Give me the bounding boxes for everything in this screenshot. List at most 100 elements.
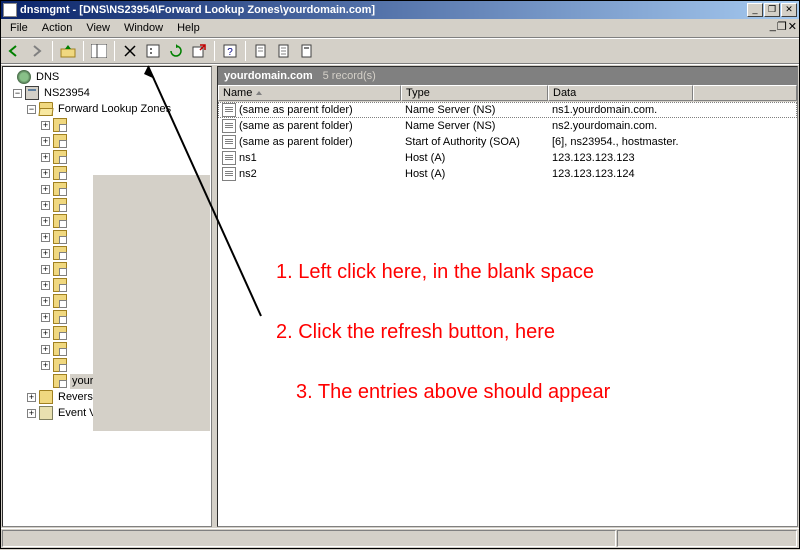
- expand-icon[interactable]: +: [27, 393, 36, 402]
- list-pane[interactable]: yourdomain.com 5 record(s) Name Type Dat…: [217, 66, 798, 527]
- properties-button[interactable]: [142, 40, 164, 62]
- mdi-minimize-button[interactable]: _: [770, 20, 776, 33]
- expand-icon[interactable]: +: [41, 137, 50, 146]
- zone-icon: [53, 166, 67, 180]
- expand-icon[interactable]: +: [41, 233, 50, 242]
- cell-name: ns2: [218, 167, 401, 181]
- col-type[interactable]: Type: [401, 85, 548, 101]
- zone-icon: [53, 358, 67, 372]
- menu-action[interactable]: Action: [35, 20, 80, 36]
- record-icon: [222, 167, 236, 181]
- tree-node-zone-item[interactable]: +: [5, 149, 211, 165]
- cell-type: Name Server (NS): [401, 120, 548, 132]
- sort-asc-icon: [256, 91, 262, 95]
- toolbar: ?: [1, 38, 799, 64]
- zone-icon: [53, 278, 67, 292]
- cell-data: 123.123.123.124: [548, 168, 693, 180]
- menubar: File Action View Window Help _ ❐ ✕: [1, 19, 799, 38]
- list-title: yourdomain.com: [224, 70, 313, 82]
- expand-icon[interactable]: +: [41, 345, 50, 354]
- expand-icon[interactable]: +: [27, 409, 36, 418]
- server-icon: [25, 86, 39, 100]
- back-button[interactable]: [3, 40, 25, 62]
- cell-data: ns1.yourdomain.com.: [548, 104, 693, 116]
- tree-node-server[interactable]: −NS23954: [5, 85, 211, 101]
- close-button[interactable]: ✕: [781, 3, 797, 17]
- expand-icon[interactable]: +: [41, 281, 50, 290]
- list-row[interactable]: ns2Host (A)123.123.123.124: [218, 166, 797, 182]
- help-button[interactable]: ?: [219, 40, 241, 62]
- splitter[interactable]: [213, 65, 216, 528]
- tree-node-zone-item[interactable]: +: [5, 117, 211, 133]
- column-headers: Name Type Data: [218, 85, 797, 102]
- statusbar: [1, 528, 799, 548]
- zone-icon: [53, 342, 67, 356]
- zone-icon: [53, 150, 67, 164]
- tree-node-zone-item[interactable]: +: [5, 133, 211, 149]
- status-panel-2: [617, 530, 797, 547]
- status-panel-1: [2, 530, 616, 547]
- export-list-button[interactable]: [188, 40, 210, 62]
- new-item2-button[interactable]: [273, 40, 295, 62]
- expand-icon[interactable]: +: [41, 153, 50, 162]
- collapse-icon[interactable]: −: [27, 105, 36, 114]
- tree-blank-area[interactable]: [93, 175, 210, 431]
- cell-data: [6], ns23954., hostmaster.: [548, 136, 693, 148]
- list-row[interactable]: (same as parent folder)Name Server (NS)n…: [218, 102, 797, 118]
- list-row[interactable]: ns1Host (A)123.123.123.123: [218, 150, 797, 166]
- expand-icon[interactable]: +: [41, 201, 50, 210]
- expand-icon[interactable]: +: [41, 329, 50, 338]
- menu-file[interactable]: File: [3, 20, 35, 36]
- show-hide-tree-button[interactable]: [88, 40, 110, 62]
- col-name[interactable]: Name: [218, 85, 401, 101]
- expand-icon[interactable]: +: [41, 265, 50, 274]
- cell-data: ns2.yourdomain.com.: [548, 120, 693, 132]
- col-data[interactable]: Data: [548, 85, 693, 101]
- tree-pane[interactable]: DNS −NS23954 −Forward Lookup Zones + + + + +…: [2, 66, 212, 527]
- zone-icon: [53, 246, 67, 260]
- zone-icon: [53, 134, 67, 148]
- expand-icon[interactable]: +: [41, 121, 50, 130]
- cell-type: Host (A): [401, 152, 548, 164]
- cell-name: ns1: [218, 151, 401, 165]
- expand-icon[interactable]: +: [41, 217, 50, 226]
- collapse-icon[interactable]: −: [13, 89, 22, 98]
- refresh-button[interactable]: [165, 40, 187, 62]
- list-row[interactable]: (same as parent folder)Start of Authorit…: [218, 134, 797, 150]
- record-icon: [222, 103, 236, 117]
- cell-type: Host (A): [401, 168, 548, 180]
- cell-name: (same as parent folder): [218, 103, 401, 117]
- expand-icon[interactable]: +: [41, 313, 50, 322]
- tree-node-forward-zones[interactable]: −Forward Lookup Zones: [5, 101, 211, 117]
- new-item-button[interactable]: [250, 40, 272, 62]
- folder-open-icon: [39, 102, 53, 116]
- mdi-restore-button[interactable]: ❐: [777, 20, 787, 33]
- zone-icon: [53, 198, 67, 212]
- up-button[interactable]: [57, 40, 79, 62]
- maximize-button[interactable]: ❐: [764, 3, 780, 17]
- menu-view[interactable]: View: [79, 20, 117, 36]
- record-icon: [222, 135, 236, 149]
- filter-button[interactable]: [296, 40, 318, 62]
- cell-name: (same as parent folder): [218, 135, 401, 149]
- forward-button[interactable]: [26, 40, 48, 62]
- zone-icon: [53, 374, 67, 388]
- folder-icon: [39, 390, 53, 404]
- expand-icon[interactable]: +: [41, 361, 50, 370]
- menu-help[interactable]: Help: [170, 20, 207, 36]
- tree-node-dns[interactable]: DNS: [5, 69, 211, 85]
- expand-icon[interactable]: +: [41, 185, 50, 194]
- expand-icon[interactable]: +: [41, 249, 50, 258]
- minimize-button[interactable]: _: [747, 3, 763, 17]
- zone-icon: [53, 118, 67, 132]
- list-row[interactable]: (same as parent folder)Name Server (NS)n…: [218, 118, 797, 134]
- mdi-close-button[interactable]: ✕: [788, 20, 797, 33]
- zone-icon: [53, 326, 67, 340]
- menu-window[interactable]: Window: [117, 20, 170, 36]
- expand-icon[interactable]: +: [41, 169, 50, 178]
- expand-icon[interactable]: +: [41, 297, 50, 306]
- list-title-bar: yourdomain.com 5 record(s): [218, 67, 797, 85]
- delete-button[interactable]: [119, 40, 141, 62]
- zone-icon: [53, 230, 67, 244]
- cell-type: Name Server (NS): [401, 104, 548, 116]
